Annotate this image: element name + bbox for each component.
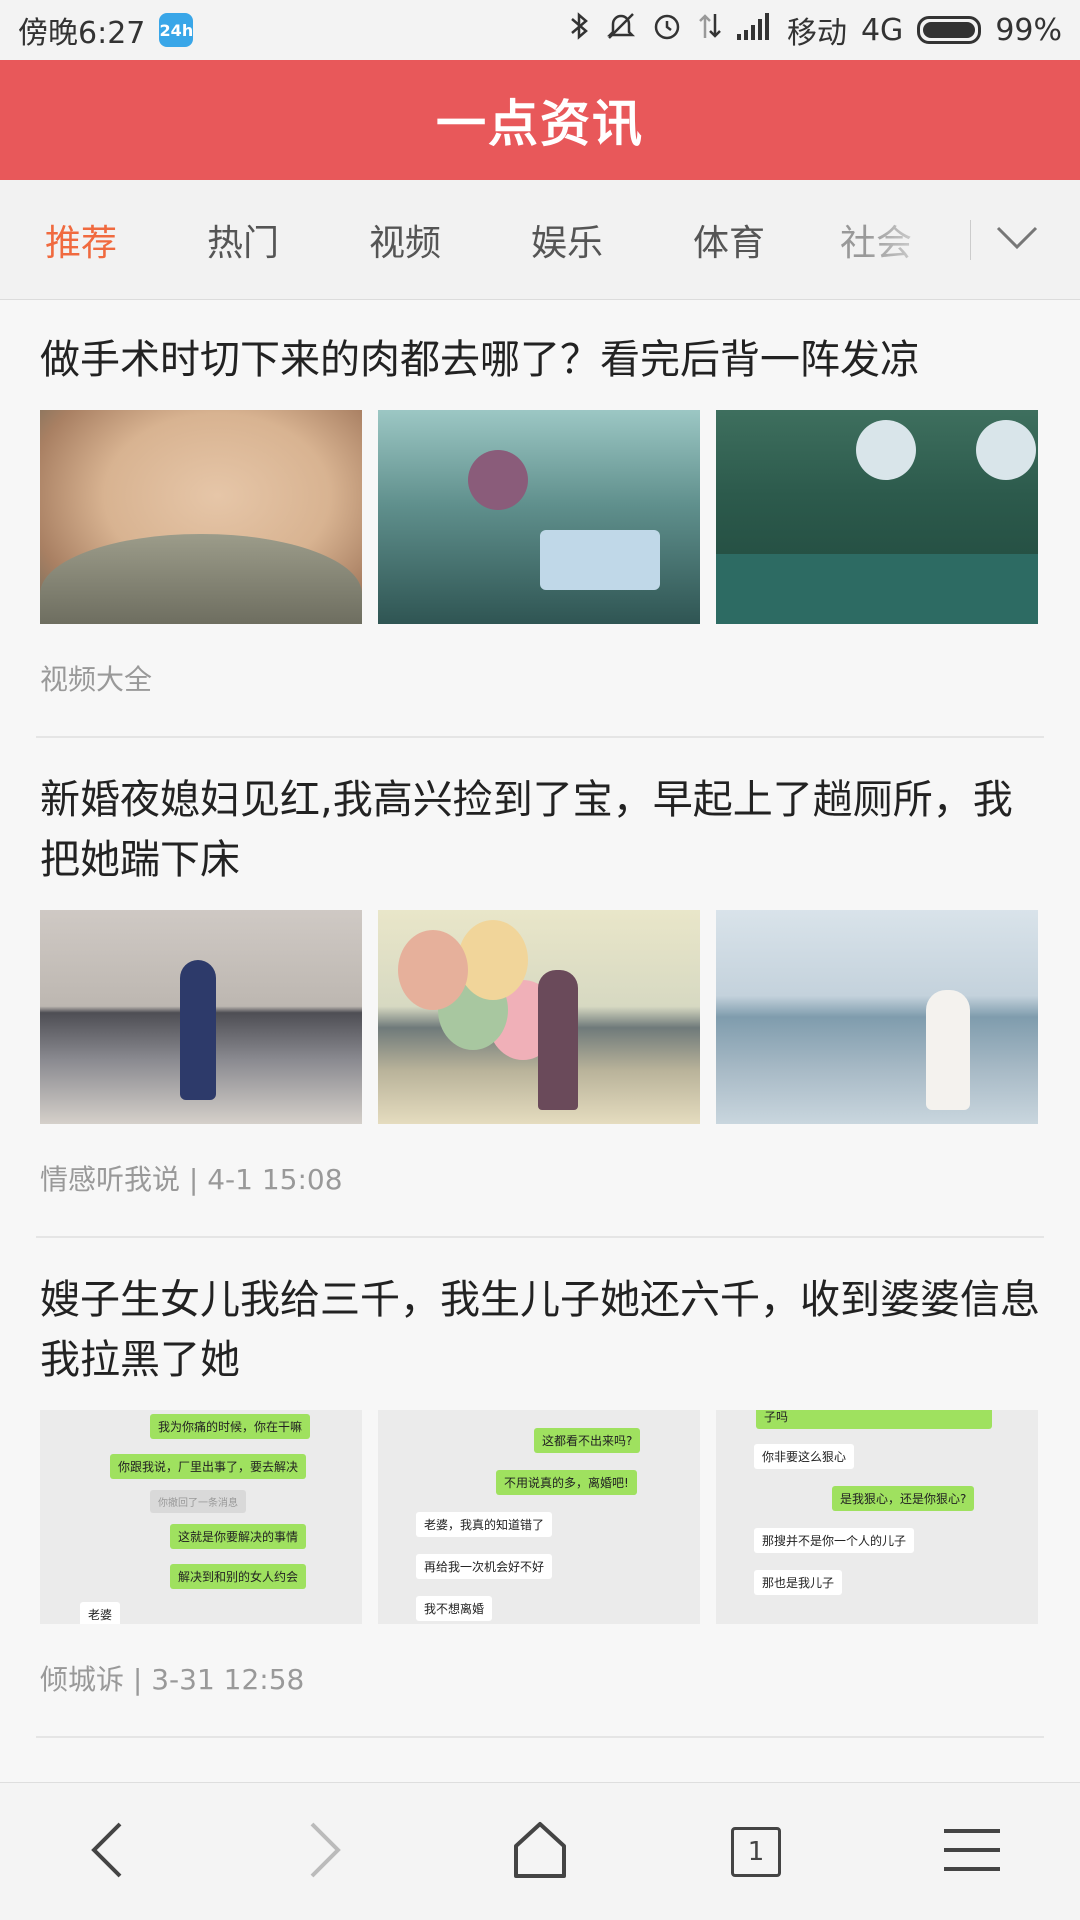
chat-bubble: 老婆，我真的知道错了 <box>416 1512 553 1537</box>
chat-bubble: 你非要这么狠心 <box>754 1444 855 1469</box>
menu-button[interactable] <box>912 1792 1032 1912</box>
neck-photo[interactable] <box>40 410 362 624</box>
chat-bubble: 是我狠心，还是你狠心? <box>832 1486 975 1511</box>
chat-bubble: 这都看不出来吗? <box>534 1428 641 1453</box>
chat-recall-notice: 你撤回了一条消息 <box>150 1490 246 1513</box>
24h-badge-icon: 24h <box>159 13 194 47</box>
expand-tabs-button[interactable] <box>971 180 1063 300</box>
forward-button[interactable] <box>264 1792 384 1912</box>
chat-bubble: 我不想离婚 <box>416 1596 493 1621</box>
news-title[interactable]: 嫂子生女儿我给三千，我生儿子她还六千，收到婆婆信息我拉黑了她 <box>40 1270 1044 1390</box>
status-time: 傍晚6:27 <box>18 16 146 51</box>
sea-woman-photo[interactable] <box>716 910 1038 1124</box>
chat-bubble: 那搜并不是你一个人的儿子 <box>754 1528 915 1553</box>
forward-icon <box>304 1820 344 1884</box>
news-source-time: 倾城诉 | 3-31 12:58 <box>40 1663 305 1696</box>
chat-bubble: 我为你痛的时候，你在干嘛 <box>150 1414 311 1439</box>
thumbnail-row <box>40 910 1044 1124</box>
tab-society[interactable]: 社会 <box>810 214 950 266</box>
menu-icon <box>944 1827 1000 1877</box>
bottom-navigation: 1 <box>0 1782 1080 1920</box>
chat-bubble: 子吗 <box>756 1410 992 1429</box>
news-item[interactable]: 做手术时切下来的肉都去哪了？看完后背一阵发凉 视频大全 <box>0 300 1080 698</box>
app-header: 一点资讯 <box>0 60 1080 180</box>
surgery-photo[interactable] <box>378 410 700 624</box>
beach-woman-photo[interactable] <box>40 910 362 1124</box>
news-source-time: 情感听我说 | 4-1 15:08 <box>40 1163 343 1196</box>
tabs-icon: 1 <box>731 1826 781 1877</box>
bluetooth-icon <box>569 11 591 49</box>
battery-percent: 99% <box>995 12 1062 48</box>
data-transfer-icon <box>697 10 723 50</box>
chat-bubble: 不用说真的多，离婚吧! <box>496 1470 637 1495</box>
network-label: 4G <box>860 12 904 48</box>
chat-bubble: 再给我一次机会好不好 <box>416 1554 553 1579</box>
status-bar: 傍晚6:27 24h 移动 4G 99% <box>0 0 1080 60</box>
news-item[interactable]: 新婚夜媳妇见红,我高兴捡到了宝，早起上了趟厕所，我把她踹下床 情感听我说 | 4… <box>0 738 1080 1198</box>
tab-sports[interactable]: 体育 <box>648 214 810 266</box>
news-title[interactable]: 新婚夜媳妇见红,我高兴捡到了宝，早起上了趟厕所，我把她踹下床 <box>40 770 1044 890</box>
thumbnail-row <box>40 410 1044 624</box>
news-source: 视频大全 <box>40 663 153 696</box>
news-feed: 做手术时切下来的肉都去哪了？看完后背一阵发凉 视频大全 新婚夜媳妇见红,我高兴捡… <box>0 300 1080 1738</box>
tab-video[interactable]: 视频 <box>324 214 486 266</box>
operating-room-photo[interactable] <box>716 410 1038 624</box>
category-tabs: 推荐 热门 视频 娱乐 体育 社会 <box>0 180 1080 300</box>
home-icon <box>510 1820 570 1884</box>
chat-bubble: 你跟我说，厂里出事了，要去解决 <box>110 1454 307 1479</box>
divider <box>36 1736 1044 1738</box>
news-title[interactable]: 做手术时切下来的肉都去哪了？看完后背一阵发凉 <box>40 330 1044 390</box>
chat-screenshot-1[interactable]: 我为你痛的时候，你在干嘛 你跟我说，厂里出事了，要去解决 你撤回了一条消息 这就… <box>40 1410 362 1624</box>
chat-bubble: 解决到和别的女人约会 <box>170 1564 307 1589</box>
tabs-button[interactable]: 1 <box>696 1792 816 1912</box>
alarm-icon <box>651 10 683 50</box>
back-icon <box>88 1820 128 1884</box>
tab-recommended[interactable]: 推荐 <box>0 214 162 266</box>
carrier-label: 移动 <box>786 16 847 51</box>
signal-icon <box>736 12 773 48</box>
chat-bubble: 老婆 <box>80 1602 121 1624</box>
chat-bubble: 这就是你要解决的事情 <box>170 1524 307 1549</box>
news-item[interactable]: 嫂子生女儿我给三千，我生儿子她还六千，收到婆婆信息我拉黑了她 我为你痛的时候，你… <box>0 1238 1080 1698</box>
chat-screenshot-3[interactable]: 子吗 你非要这么狠心 是我狠心，还是你狠心? 那搜并不是你一个人的儿子 那也是我… <box>716 1410 1038 1624</box>
chat-bubble: 那也是我儿子 <box>754 1570 843 1595</box>
tab-hot[interactable]: 热门 <box>162 214 324 266</box>
battery-icon <box>917 16 982 44</box>
tab-entertainment[interactable]: 娱乐 <box>486 214 648 266</box>
beach-balloons-photo[interactable] <box>378 910 700 1124</box>
thumbnail-row: 我为你痛的时候，你在干嘛 你跟我说，厂里出事了，要去解决 你撤回了一条消息 这就… <box>40 1410 1044 1624</box>
mute-icon <box>605 10 637 50</box>
back-button[interactable] <box>48 1792 168 1912</box>
home-button[interactable] <box>480 1792 600 1912</box>
app-logo-title: 一点资讯 <box>436 95 644 153</box>
chevron-down-icon <box>995 225 1039 255</box>
chat-screenshot-2[interactable]: 这都看不出来吗? 不用说真的多，离婚吧! 老婆，我真的知道错了 再给我一次机会好… <box>378 1410 700 1624</box>
